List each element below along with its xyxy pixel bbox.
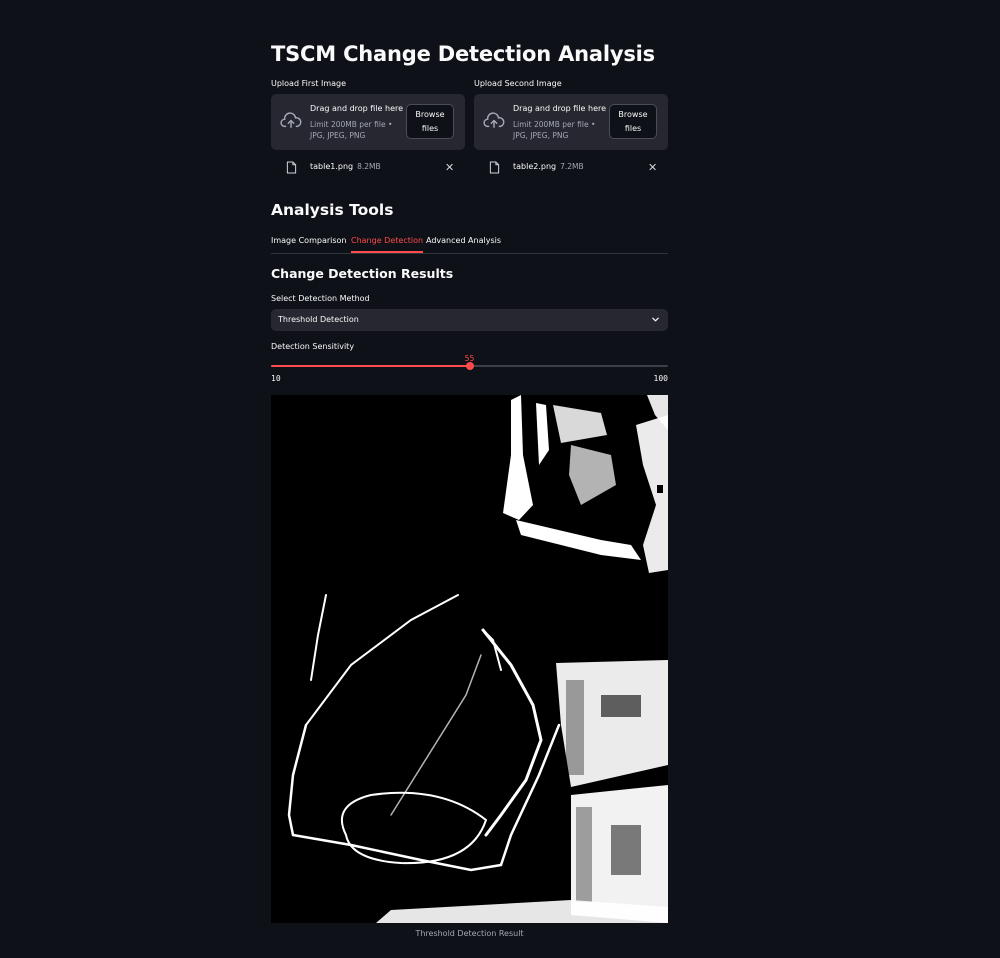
method-label: Select Detection Method [271,294,370,303]
slider-min: 10 [271,374,281,383]
threshold-detection-image [271,395,668,923]
chevron-down-icon [652,317,659,322]
file-name: table2.png 7.2MB [513,162,584,171]
cloud-upload-icon [280,112,302,129]
detection-image-graphic [271,395,668,923]
file-icon [286,161,297,174]
sensitivity-label: Detection Sensitivity [271,342,355,351]
results-title: Change Detection Results [271,266,454,281]
uploaded-file: table2.png 7.2MB ✕ [474,160,668,176]
file-size: 7.2MB [560,162,584,171]
file-size: 8.2MB [357,162,381,171]
file-name-text: table2.png [513,162,557,171]
dropzone-title: Drag and drop file here [310,104,404,113]
slider-max: 100 [653,374,668,383]
image-caption: Threshold Detection Result [415,929,524,938]
sensitivity-slider[interactable] [271,362,668,370]
dropzone-limit: Limit 200MB per file • JPG, JPEG, PNG [310,120,393,140]
second-image-uploader: Upload Second Image Drag and drop file h… [474,78,668,174]
slider-fill [271,365,470,367]
page-title: TSCM Change Detection Analysis [271,42,655,66]
first-image-uploader: Upload First Image Drag and drop file he… [271,78,465,174]
uploader-label: Upload Second Image [474,79,562,88]
browse-files-button[interactable]: Browse files [406,104,454,139]
section-title: Analysis Tools [271,201,394,219]
tab-bar: Image Comparison Change Detection Advanc… [271,234,668,254]
file-name: table1.png 8.2MB [310,162,381,171]
close-icon[interactable]: ✕ [648,161,657,174]
select-value: Threshold Detection [278,315,359,324]
dropzone[interactable]: Drag and drop file here Limit 200MB per … [271,94,465,150]
dropzone[interactable]: Drag and drop file here Limit 200MB per … [474,94,668,150]
tab-image-comparison[interactable]: Image Comparison [271,236,347,251]
tab-advanced-analysis[interactable]: Advanced Analysis [426,236,501,251]
browse-files-button[interactable]: Browse files [609,104,657,139]
tab-change-detection[interactable]: Change Detection [351,236,424,253]
dropzone-limit: Limit 200MB per file • JPG, JPEG, PNG [513,120,596,140]
file-name-text: table1.png [310,162,354,171]
cloud-upload-icon [483,112,505,129]
detection-method-select[interactable]: Threshold Detection [271,309,668,331]
close-icon[interactable]: ✕ [445,161,454,174]
file-icon [489,161,500,174]
uploaded-file: table1.png 8.2MB ✕ [271,160,465,176]
uploader-label: Upload First Image [271,79,347,88]
slider-thumb[interactable] [465,362,474,370]
dropzone-title: Drag and drop file here [513,104,607,113]
